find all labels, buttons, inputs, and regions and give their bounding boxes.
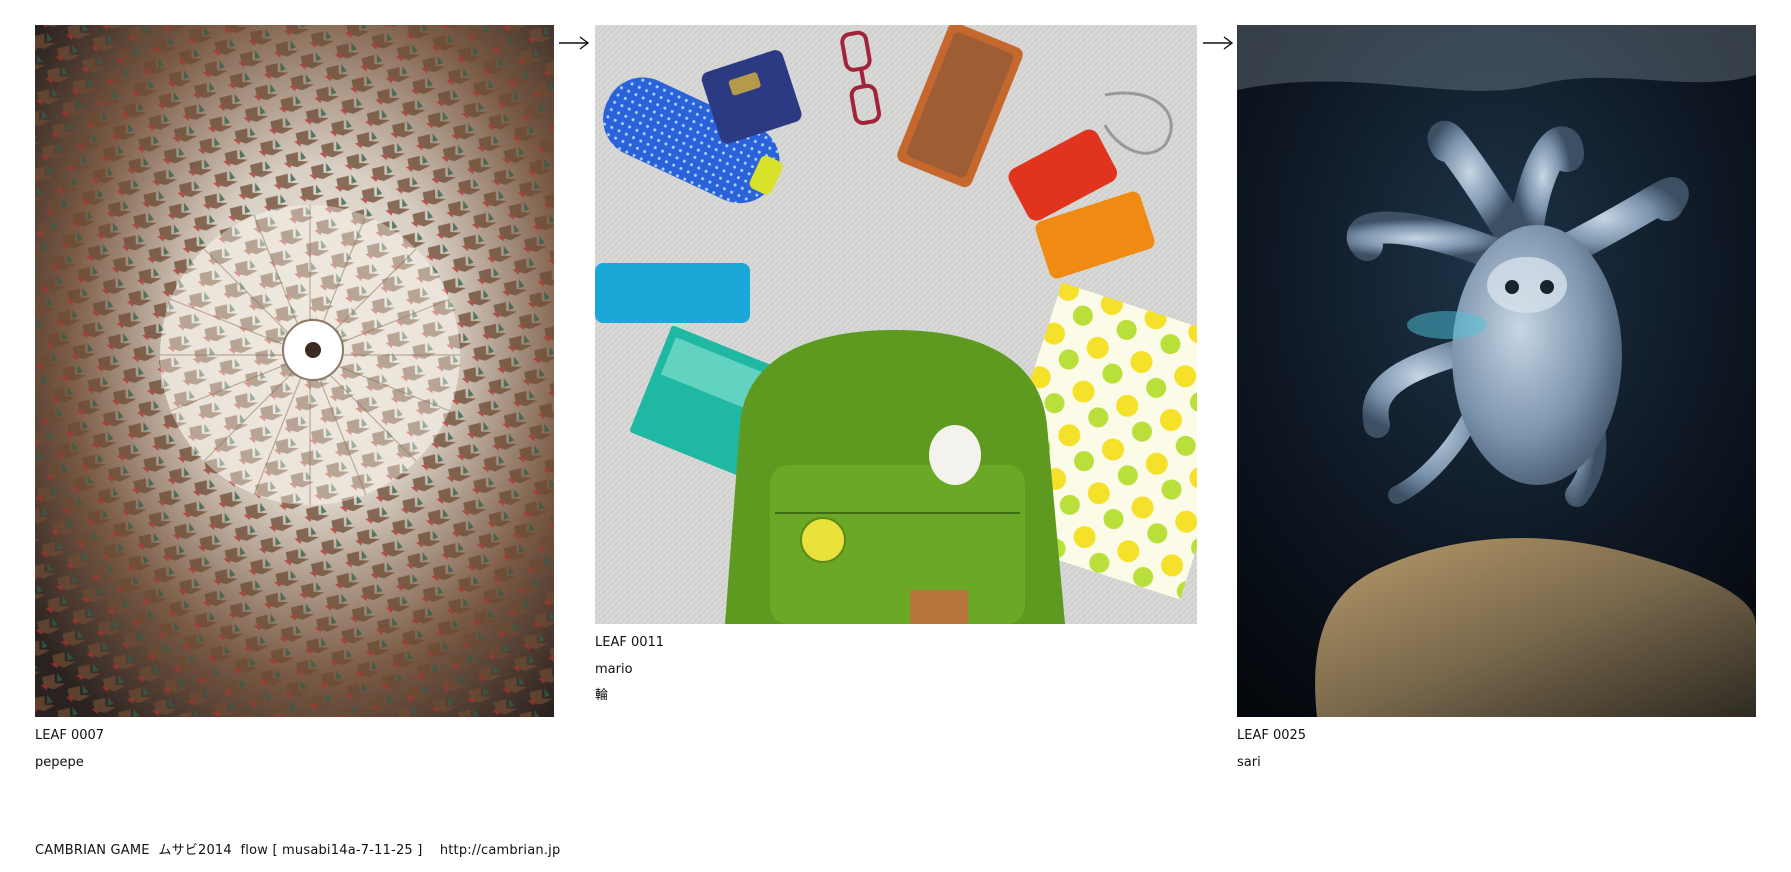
leaf-photo-origami-cranes[interactable]	[35, 25, 554, 717]
footer-credit: CAMBRIAN GAME ムサビ2014 flow [ musabi14a-7…	[35, 843, 561, 858]
origami-cranes-image	[35, 25, 554, 717]
leaf-id: LEAF 0011	[595, 635, 665, 650]
leaf-author: sari	[1237, 754, 1261, 770]
leaf-photo-octopus[interactable]	[1237, 25, 1756, 717]
leaf-id: LEAF 0025	[1237, 728, 1307, 743]
leaf-card-0011[interactable]: LEAF 0011 mario 輪	[595, 25, 1197, 704]
leaf-note: 輪	[595, 688, 609, 704]
leaf-id: LEAF 0007	[35, 728, 105, 743]
leaf-author: mario	[595, 661, 633, 677]
leaf-author: pepepe	[35, 754, 84, 770]
arrow-right-icon	[558, 35, 590, 51]
leaf-photo-bag-contents[interactable]	[595, 25, 1197, 624]
arrow-right-icon	[1202, 35, 1234, 51]
leaf-card-0025[interactable]: LEAF 0025 sari	[1237, 25, 1756, 770]
leaf-card-0007[interactable]: LEAF 0007 pepepe	[35, 25, 554, 770]
octopus-image	[1237, 25, 1756, 717]
bag-contents-image	[595, 25, 1197, 624]
